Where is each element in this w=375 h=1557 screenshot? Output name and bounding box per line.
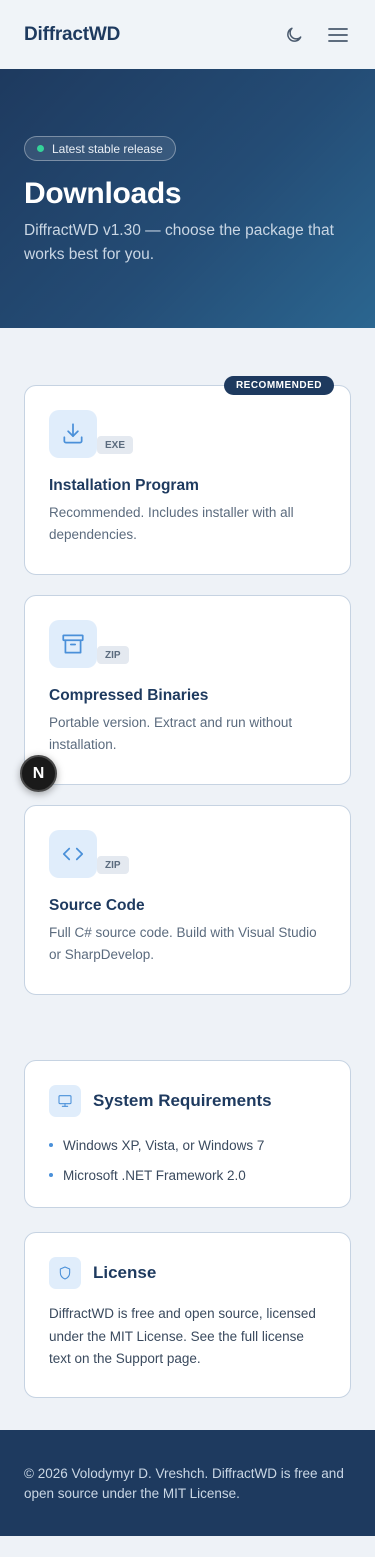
- hero-section: Latest stable release Downloads Diffract…: [0, 69, 375, 328]
- bullet-icon: [49, 1143, 53, 1147]
- shield-icon: [49, 1257, 81, 1289]
- list-item: Microsoft .NET Framework 2.0: [49, 1160, 326, 1190]
- file-type-tag: ZIP: [97, 646, 129, 664]
- copyright-text: © 2026 Volodymyr D. Vreshch. DiffractWD …: [24, 1466, 344, 1501]
- download-card-installer[interactable]: RECOMMENDED EXE Installation Program Rec…: [24, 376, 351, 575]
- download-title[interactable]: Compressed Binaries: [49, 687, 326, 705]
- release-status-label: Latest stable release: [52, 141, 163, 156]
- brand-logo[interactable]: DiffractWD: [24, 24, 120, 46]
- file-type-tag: EXE: [97, 436, 134, 454]
- site-footer: © 2026 Volodymyr D. Vreshch. DiffractWD …: [0, 1430, 375, 1536]
- download-title[interactable]: Installation Program: [49, 477, 326, 495]
- file-type-tag: ZIP: [97, 856, 129, 874]
- downloads-list: RECOMMENDED EXE Installation Program Rec…: [0, 328, 375, 995]
- download-title[interactable]: Source Code: [49, 897, 326, 915]
- code-icon: [49, 830, 97, 878]
- download-icon: [49, 410, 97, 458]
- download-card-source[interactable]: ZIP Source Code Full C# source code. Bui…: [24, 805, 351, 995]
- list-item: Windows XP, Vista, or Windows 7: [49, 1130, 326, 1160]
- system-requirements-card: System Requirements Windows XP, Vista, o…: [24, 1060, 351, 1208]
- download-description: Full C# source code. Build with Visual S…: [49, 925, 317, 962]
- moon-icon[interactable]: [281, 22, 307, 48]
- status-dot: [37, 145, 44, 152]
- monitor-icon: [49, 1085, 81, 1117]
- page-subtitle: DiffractWD v1.30 — choose the package th…: [24, 222, 334, 263]
- info-section: System Requirements Windows XP, Vista, o…: [0, 1015, 375, 1398]
- floating-n-badge[interactable]: N: [20, 755, 57, 792]
- site-header: DiffractWD: [0, 0, 375, 69]
- header-actions: [281, 22, 351, 48]
- download-description: Recommended. Includes installer with all…: [49, 505, 294, 542]
- license-card: License DiffractWD is free and open sour…: [24, 1232, 351, 1398]
- release-status-pill: Latest stable release: [24, 136, 176, 161]
- section-title: License: [93, 1263, 157, 1282]
- section-title: System Requirements: [93, 1091, 272, 1110]
- requirements-list: Windows XP, Vista, or Windows 7 Microsof…: [49, 1130, 326, 1190]
- recommended-badge: RECOMMENDED: [223, 376, 334, 395]
- download-description: Portable version. Extract and run withou…: [49, 715, 293, 752]
- license-text: DiffractWD is free and open source, lice…: [49, 1306, 316, 1366]
- hamburger-menu-icon[interactable]: [325, 22, 351, 48]
- archive-icon: [49, 620, 97, 668]
- page-title: Downloads: [24, 177, 182, 210]
- download-card-binaries[interactable]: ZIP Compressed Binaries Portable version…: [24, 595, 351, 785]
- bullet-icon: [49, 1173, 53, 1177]
